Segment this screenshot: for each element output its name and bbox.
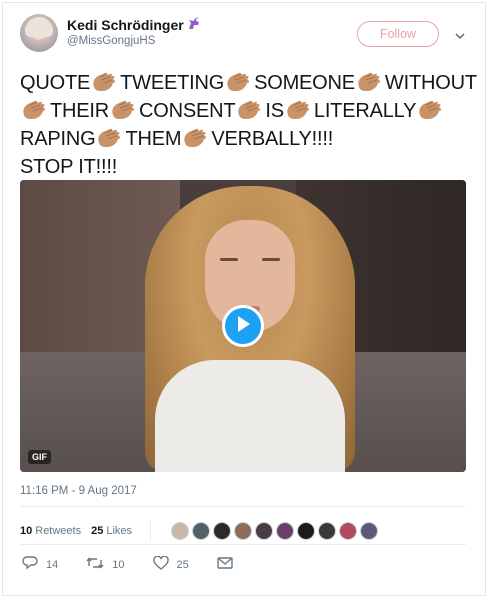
tweet-word: THEM — [125, 128, 182, 150]
like-button[interactable]: 25 — [152, 555, 189, 573]
clap-emoji-icon — [21, 99, 49, 121]
clap-emoji-icon — [285, 99, 313, 121]
like-count: 25 — [176, 558, 189, 571]
divider — [20, 544, 466, 545]
likes-count: 25 — [91, 525, 104, 537]
direct-message-button[interactable] — [217, 557, 233, 572]
follow-button[interactable]: Follow — [357, 21, 439, 47]
display-name[interactable]: Kedi Schrödinger — [67, 17, 201, 33]
tweet-word: LITERALLY — [313, 100, 417, 122]
liker-avatar[interactable] — [276, 522, 295, 540]
clap-emoji-icon — [356, 71, 384, 93]
clap-emoji-icon — [236, 99, 264, 121]
tweet-word: IS — [265, 100, 284, 122]
envelope-icon — [217, 557, 233, 572]
tweet-word: TWEETING — [120, 72, 225, 94]
liker-avatar[interactable] — [192, 522, 211, 540]
tweet-timestamp[interactable]: 11:16 PM - 9 Aug 2017 — [20, 485, 137, 497]
tweet-text: QUOTE TWEETING SOMEONE WITHOUT THEIR CONSENT I… — [20, 69, 480, 181]
engagement-stats: 10 Retweets 25 Likes — [20, 520, 379, 542]
display-name-text: Kedi Schrödinger — [67, 17, 184, 33]
retweets-stat[interactable]: 10 Retweets — [20, 525, 81, 537]
liker-avatar[interactable] — [297, 522, 316, 540]
retweet-button[interactable]: 10 — [86, 556, 125, 573]
clap-emoji-icon — [96, 127, 124, 149]
tweet-word: WITHOUT — [384, 72, 477, 94]
user-handle[interactable]: @MissGongjuHS — [67, 35, 155, 47]
retweets-label: Retweets — [35, 525, 82, 537]
clap-emoji-icon — [91, 71, 119, 93]
likes-label: Likes — [106, 525, 133, 537]
chevron-down-icon[interactable] — [455, 27, 465, 45]
gif-media[interactable]: GIF — [20, 180, 466, 472]
reply-icon — [22, 556, 38, 573]
tweet-actions: 14 10 25 — [22, 555, 261, 573]
tweet-word: QUOTE — [20, 72, 91, 94]
liker-avatars — [171, 522, 379, 540]
clap-emoji-icon — [225, 71, 253, 93]
liker-avatar[interactable] — [255, 522, 274, 540]
avatar[interactable] — [20, 14, 58, 52]
retweet-icon — [86, 556, 104, 573]
clap-emoji-icon — [182, 127, 210, 149]
tweet-word: SOMEONE — [254, 72, 355, 94]
liker-avatar[interactable] — [318, 522, 337, 540]
retweet-count: 10 — [112, 558, 125, 571]
liker-avatar[interactable] — [360, 522, 379, 540]
likes-stat[interactable]: 25 Likes — [91, 525, 132, 537]
tweet-word: CONSENT — [139, 100, 236, 122]
liker-avatar[interactable] — [171, 522, 190, 540]
play-button[interactable] — [222, 305, 264, 347]
tweet-word: THEIR — [50, 100, 110, 122]
liker-avatar[interactable] — [234, 522, 253, 540]
tweet-tail: STOP IT!!!! — [20, 156, 118, 178]
reply-button[interactable]: 14 — [22, 556, 58, 573]
liker-avatar[interactable] — [213, 522, 232, 540]
clap-emoji-icon — [110, 99, 138, 121]
play-icon — [235, 315, 251, 338]
liker-avatar[interactable] — [339, 522, 358, 540]
tweet-word: RAPING — [20, 128, 96, 150]
tweet-word: VERBALLY!!!! — [211, 128, 334, 150]
retweets-count: 10 — [20, 525, 33, 537]
reply-count: 14 — [46, 558, 59, 571]
divider — [20, 506, 466, 507]
clap-emoji-icon — [417, 99, 445, 121]
gif-badge: GIF — [28, 450, 51, 464]
heart-icon — [152, 555, 169, 573]
unicorn-icon — [187, 17, 201, 33]
